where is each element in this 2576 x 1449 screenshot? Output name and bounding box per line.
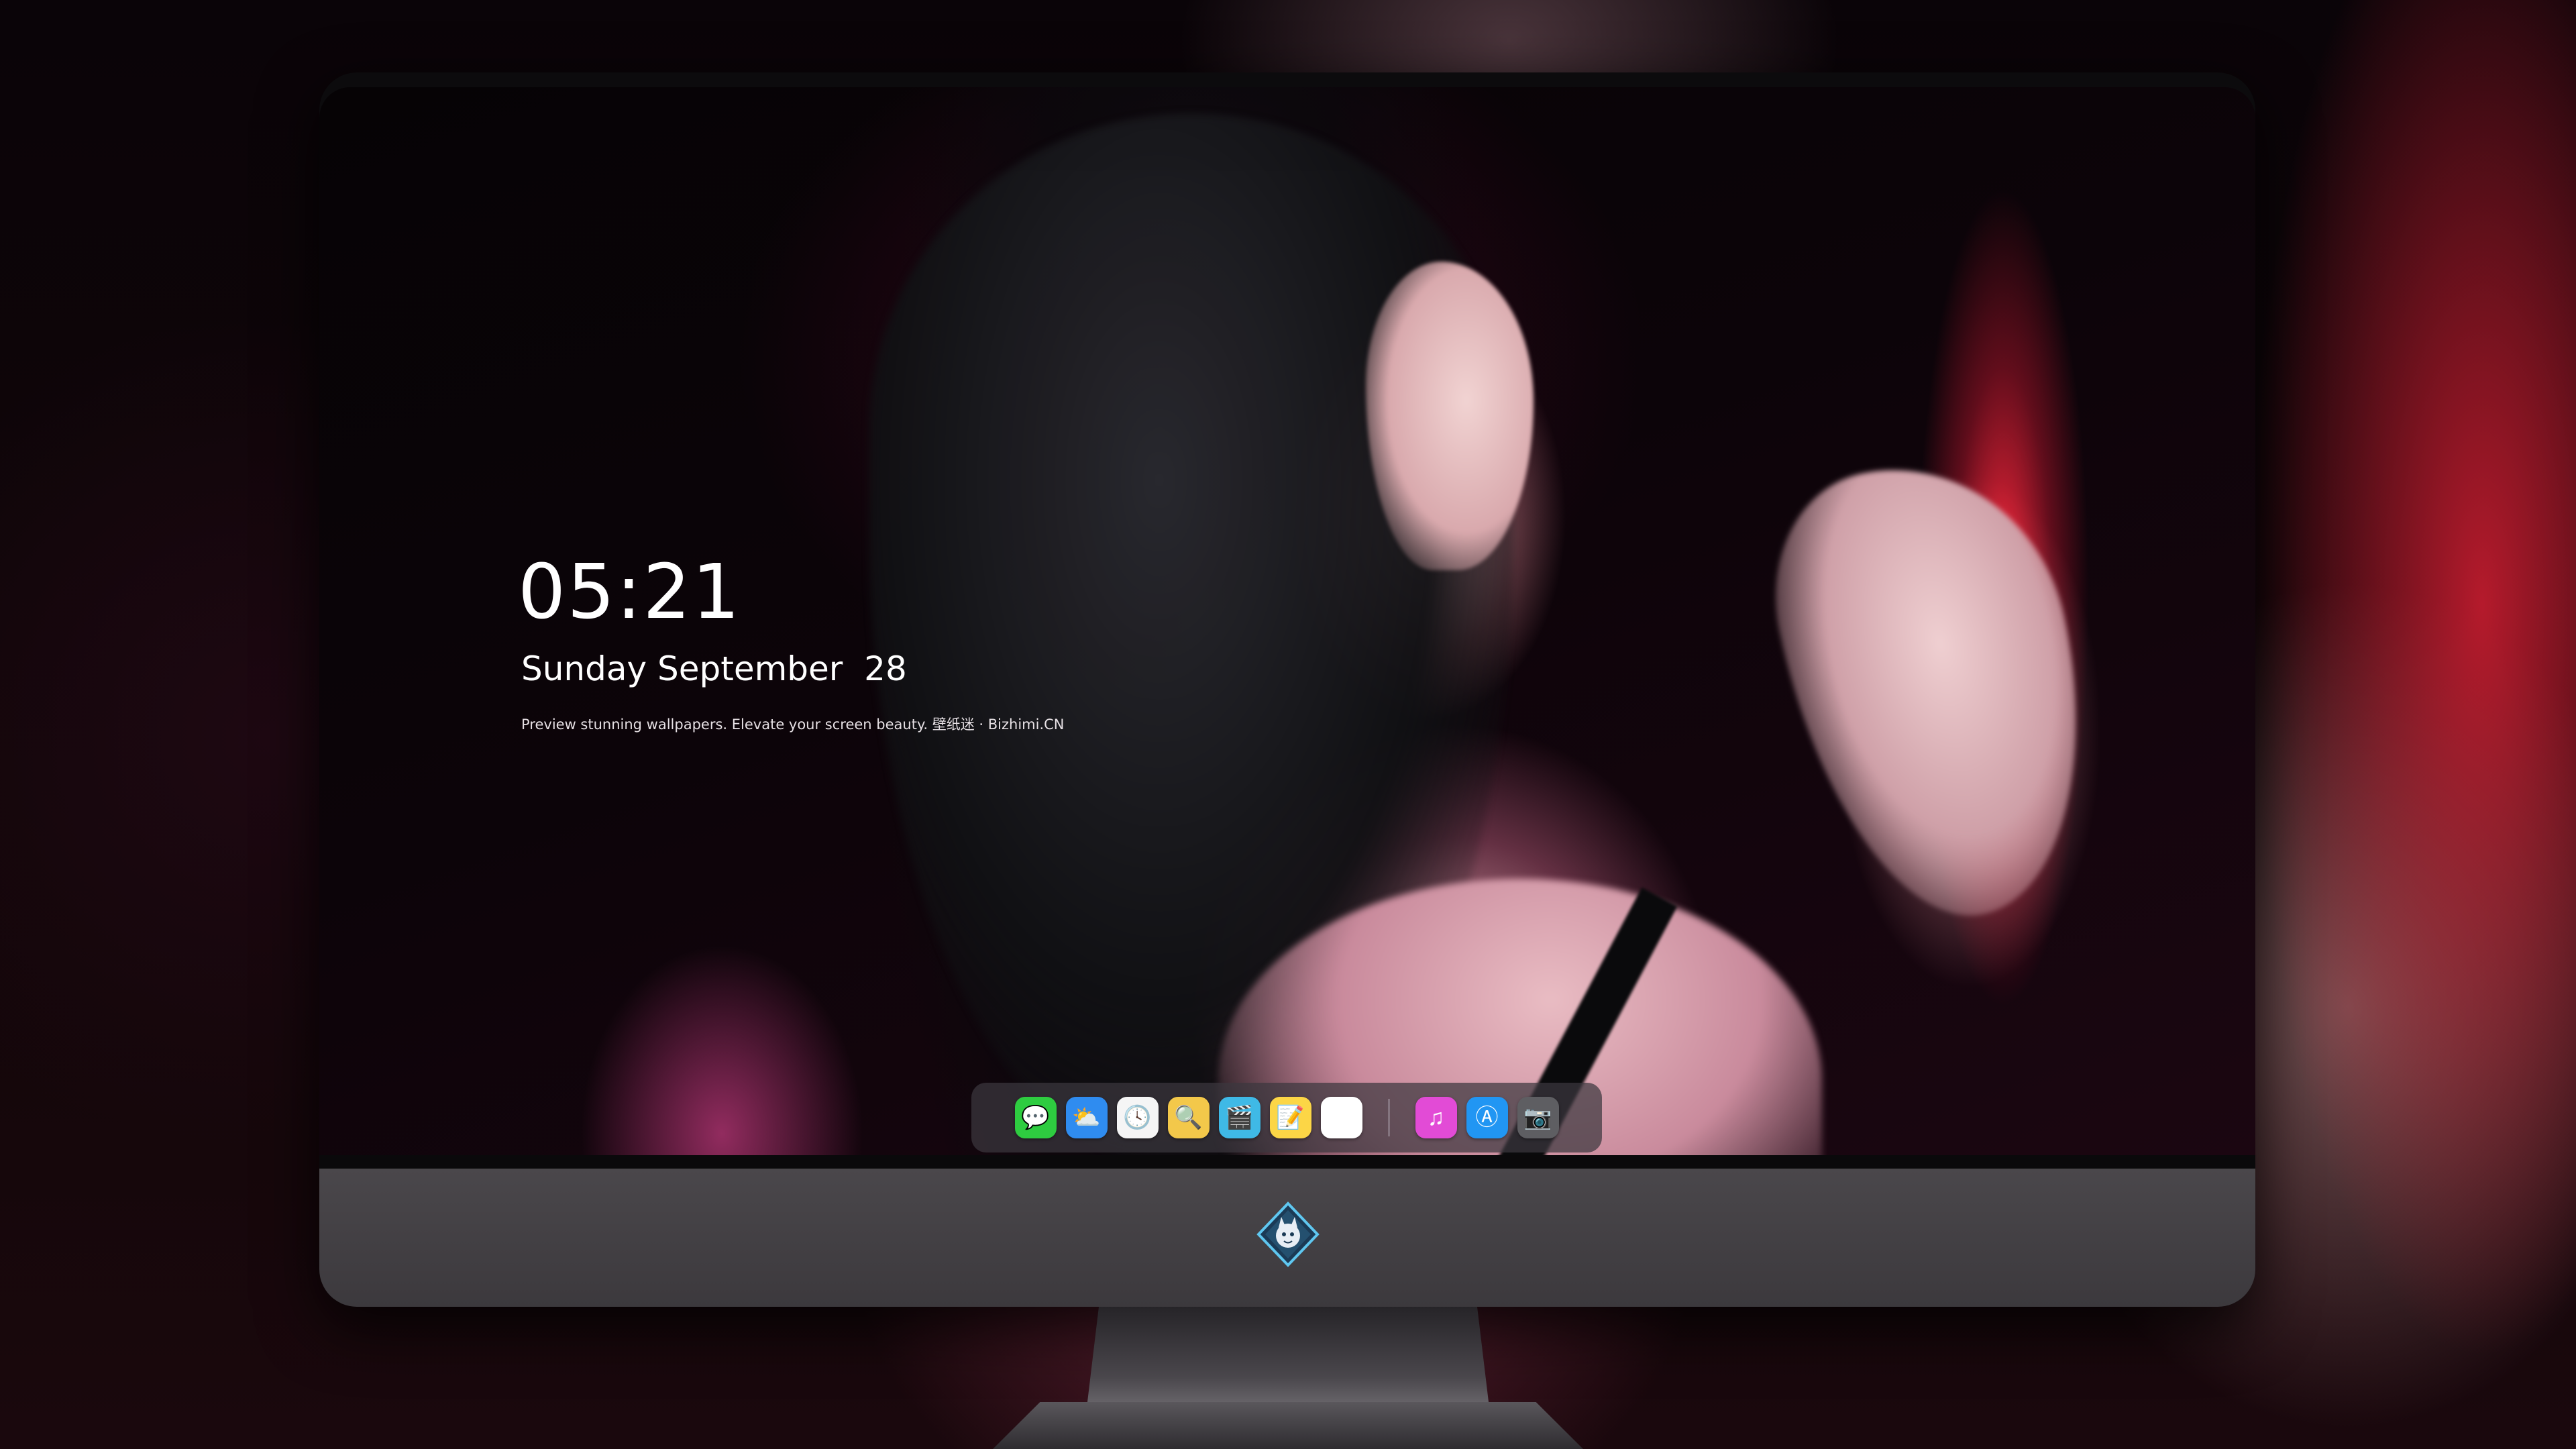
wallpaper-face — [1366, 262, 1534, 570]
monitor-screen: 05:21 Sunday September 28 Preview stunni… — [319, 87, 2255, 1155]
lockscreen-tagline: Preview stunning wallpapers. Elevate you… — [521, 716, 1065, 733]
weather-icon[interactable]: ⛅ — [1065, 1097, 1108, 1138]
notes-icon[interactable]: 📝 — [1269, 1097, 1311, 1138]
photo-editor-icon[interactable]: 🖼 — [1320, 1097, 1362, 1138]
music-icon[interactable]: ♫ — [1415, 1097, 1457, 1138]
app-store-icon[interactable]: Ⓐ — [1466, 1097, 1508, 1138]
wallpaper-hand — [1750, 438, 2122, 944]
clips-icon[interactable]: 🎬 — [1218, 1097, 1260, 1138]
screen-bottom-border — [319, 1155, 2255, 1169]
monitor-stand-neck — [1087, 1307, 1489, 1407]
dock-separator — [1387, 1099, 1390, 1136]
dock: 💬 ⛅ 🕓 🔍 🎬 📝 🖼 ♫ Ⓐ 📷 — [971, 1083, 1602, 1152]
clock-icon[interactable]: 🕓 — [1116, 1097, 1159, 1138]
brand-logo-icon — [1256, 1201, 1320, 1267]
monitor-stand-base — [993, 1402, 1583, 1449]
messages-icon[interactable]: 💬 — [1014, 1097, 1057, 1138]
camera-icon[interactable]: 📷 — [1517, 1097, 1559, 1138]
lockscreen-date: Sunday September 28 — [521, 649, 907, 688]
preview-icon[interactable]: 🔍 — [1167, 1097, 1210, 1138]
desktop-background: 05:21 Sunday September 28 Preview stunni… — [0, 0, 2576, 1449]
lockscreen-time: 05:21 — [518, 549, 741, 636]
